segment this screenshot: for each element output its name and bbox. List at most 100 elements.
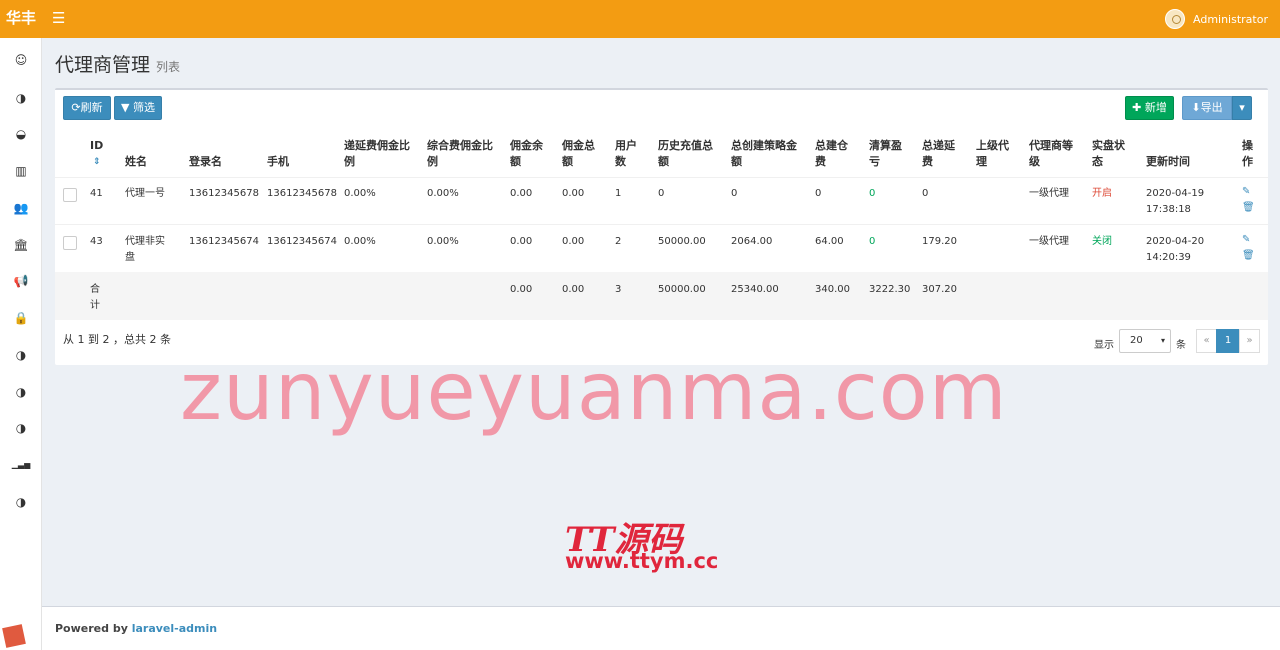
divider	[55, 224, 1268, 225]
filter-button[interactable]: ▼ 筛选	[114, 96, 162, 120]
page-subtitle: 列表	[156, 60, 181, 74]
sidebar-item-1-icon[interactable]: ◑	[0, 86, 42, 110]
sum-users: 3	[615, 284, 622, 295]
col-strategy: 总创建策略金额	[731, 139, 797, 168]
col-delay-ratio: 递延费佣金比例	[344, 139, 410, 168]
sidebar-bank-icon[interactable]: 🏛	[0, 233, 42, 257]
col-id[interactable]: ID	[90, 138, 103, 154]
delete-icon[interactable]: 🗑	[1242, 202, 1255, 213]
edit-icon[interactable]: ✎	[1242, 234, 1250, 245]
page-title-text: 代理商管理	[55, 54, 151, 76]
user-menu[interactable]: Administrator	[1165, 8, 1268, 30]
user-name: Administrator	[1193, 12, 1268, 26]
cell-settle: 0	[869, 188, 876, 199]
row-checkbox[interactable]	[63, 236, 77, 250]
cell-balance: 0.00	[510, 236, 533, 247]
sidebar-item-2-icon[interactable]: ◒	[0, 122, 42, 146]
sidebar-item-9-icon[interactable]: ◑	[0, 380, 42, 404]
footer-text: Powered by laravel-admin	[55, 622, 217, 635]
cell-name: 代理一号	[125, 188, 165, 199]
cell-login: 13612345678	[189, 188, 259, 199]
menu-toggle-icon[interactable]: ☰	[52, 9, 65, 27]
top-navbar: 华丰 ☰ Administrator	[0, 0, 1280, 38]
per-page-select[interactable]: 20 ▾	[1119, 329, 1171, 353]
new-button[interactable]: ✚ 新增	[1125, 96, 1174, 120]
cell-open-fee: 0	[815, 188, 822, 199]
summary-label: 合	[90, 284, 100, 295]
sidebar-avatar-icon[interactable]: ☺	[0, 48, 42, 72]
col-ops: 操作	[1242, 139, 1253, 168]
cell-time: 14:20:39	[1146, 252, 1191, 263]
sidebar-users-icon[interactable]: 👥	[0, 196, 42, 220]
col-real: 实盘状态	[1092, 139, 1125, 168]
cell-id: 43	[90, 236, 103, 247]
cell-name: 代理非实	[125, 236, 165, 247]
col-name: 姓名	[125, 155, 147, 168]
grid-box: ⟳刷新 ▼ 筛选 ✚ 新增 ⬇导出 ▾ ID ⇕ 姓名 登录名 手机 递延费佣金…	[55, 88, 1268, 365]
user-avatar-icon	[1165, 9, 1185, 29]
cell-balance: 0.00	[510, 188, 533, 199]
cell-total: 0.00	[562, 188, 585, 199]
cell-real-status: 关闭	[1092, 236, 1112, 247]
cell-name-line2: 盘	[125, 252, 135, 263]
cell-date: 2020-04-19	[1146, 188, 1205, 199]
sidebar: ☺ ◑ ◒ ▥ 👥 🏛 📢 🔒 ◑ ◑ ◑ ▁▃▅ ◑	[0, 38, 42, 650]
cell-login: 13612345674	[189, 236, 259, 247]
tt-url: www.ttym.cc	[565, 549, 719, 573]
per-page-unit: 条	[1176, 340, 1186, 351]
cell-users: 1	[615, 188, 622, 199]
sort-icon[interactable]: ⇕	[93, 154, 101, 170]
sum-balance: 0.00	[510, 284, 533, 295]
page-next[interactable]: »	[1239, 329, 1260, 353]
col-balance: 佣金余额	[510, 139, 543, 168]
cell-date: 2020-04-20	[1146, 236, 1205, 247]
page-title: 代理商管理 列表	[55, 50, 180, 77]
cell-open-fee: 64.00	[815, 236, 844, 247]
app-logo[interactable]: 华丰	[0, 0, 42, 38]
col-comp-ratio: 综合费佣金比例	[427, 139, 493, 168]
cell-phone: 13612345674	[267, 236, 337, 247]
sum-total: 0.00	[562, 284, 585, 295]
cell-level: 一级代理	[1029, 236, 1069, 247]
sidebar-signal-icon[interactable]: ▁▃▅	[0, 453, 42, 477]
col-users: 用户数	[615, 139, 637, 168]
col-settle: 清算盈亏	[869, 139, 902, 168]
refresh-button[interactable]: ⟳刷新	[63, 96, 111, 120]
page-prev[interactable]: «	[1196, 329, 1217, 353]
cell-deferred: 179.20	[922, 236, 957, 247]
powered-by: Powered by	[55, 622, 132, 635]
sidebar-lock-icon[interactable]: 🔒	[0, 306, 42, 330]
sidebar-item-10-icon[interactable]: ◑	[0, 416, 42, 440]
cell-delay-ratio: 0.00%	[344, 236, 376, 247]
page-current[interactable]: 1	[1216, 329, 1240, 353]
cell-strategy: 2064.00	[731, 236, 773, 247]
edit-icon[interactable]: ✎	[1242, 186, 1250, 197]
col-parent: 上级代理	[976, 139, 1009, 168]
summary-row: 合 计 0.00 0.00 3 50000.00 25340.00 340.00…	[55, 272, 1268, 320]
sidebar-bullhorn-icon[interactable]: 📢	[0, 269, 42, 293]
export-button[interactable]: ⬇导出	[1182, 96, 1232, 120]
sidebar-bar-chart-icon[interactable]: ▥	[0, 159, 42, 183]
col-deferred: 总递延费	[922, 139, 955, 168]
cell-recharge: 50000.00	[658, 236, 706, 247]
sum-deferred: 307.20	[922, 284, 957, 295]
cell-time: 17:38:18	[1146, 204, 1191, 215]
sidebar-item-8-icon[interactable]: ◑	[0, 343, 42, 367]
cell-strategy: 0	[731, 188, 738, 199]
footer-link[interactable]: laravel-admin	[132, 622, 217, 635]
col-level: 代理商等级	[1029, 139, 1073, 168]
delete-icon[interactable]: 🗑	[1242, 250, 1255, 261]
cell-real-status: 开启	[1092, 188, 1112, 199]
sum-settle: 3222.30	[869, 284, 911, 295]
col-login: 登录名	[189, 155, 222, 168]
export-dropdown-icon[interactable]: ▾	[1232, 96, 1252, 120]
per-page-value: 20	[1130, 335, 1143, 346]
sum-open-fee: 340.00	[815, 284, 850, 295]
col-recharge: 历史充值总额	[658, 139, 713, 168]
cell-id: 41	[90, 188, 103, 199]
sidebar-item-12-icon[interactable]: ◑	[0, 490, 42, 514]
col-total: 佣金总额	[562, 139, 595, 168]
cell-recharge: 0	[658, 188, 665, 199]
row-checkbox[interactable]	[63, 188, 77, 202]
col-updated: 更新时间	[1146, 155, 1190, 168]
